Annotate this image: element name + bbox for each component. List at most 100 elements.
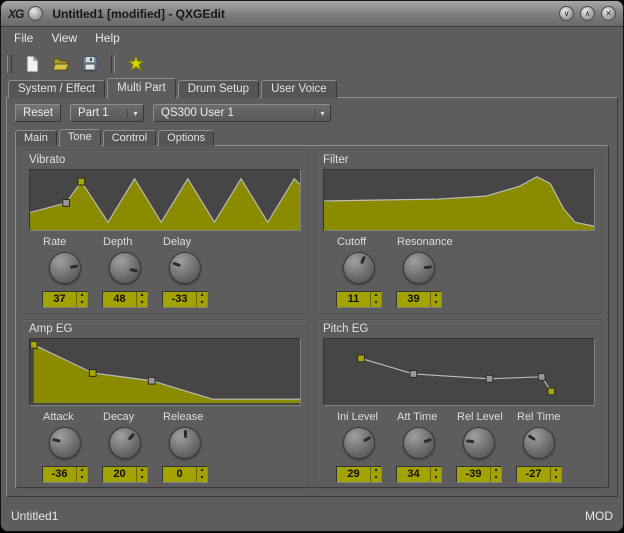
knob-rel-time[interactable] xyxy=(523,427,555,459)
voice-combobox[interactable]: QS300 User 1 ▾ xyxy=(153,104,331,122)
knob-resonance[interactable] xyxy=(403,252,435,284)
knob-label: Rate xyxy=(39,236,66,250)
amp-eg-knobs: Attack-36▴▾Decay20▴▾Release0▴▾ xyxy=(27,406,303,486)
knob-indicator xyxy=(339,423,380,464)
tab-system-effect[interactable]: System / Effect xyxy=(8,80,105,98)
tab-user-voice[interactable]: User Voice xyxy=(261,80,337,98)
tab-drum-setup[interactable]: Drum Setup xyxy=(178,80,259,98)
spin-value: -33 xyxy=(163,292,196,307)
spin-arrows: ▴▾ xyxy=(136,292,147,307)
spinbox-attack[interactable]: -36▴▾ xyxy=(42,466,88,483)
spin-down-icon[interactable]: ▾ xyxy=(77,475,87,483)
knob-att-time[interactable] xyxy=(403,427,435,459)
spin-up-icon[interactable]: ▴ xyxy=(491,467,501,475)
knob-group-release: Release0▴▾ xyxy=(159,411,211,483)
knob-attack[interactable] xyxy=(49,427,81,459)
spin-up-icon[interactable]: ▴ xyxy=(431,292,441,300)
spin-up-icon[interactable]: ▴ xyxy=(551,467,561,475)
randomize-button[interactable] xyxy=(125,53,147,75)
spinbox-ini-level[interactable]: 29▴▾ xyxy=(336,466,382,483)
spinbox-decay[interactable]: 20▴▾ xyxy=(102,466,148,483)
spin-down-icon[interactable]: ▾ xyxy=(371,300,381,308)
menu-file[interactable]: File xyxy=(5,29,42,47)
spin-up-icon[interactable]: ▴ xyxy=(137,292,147,300)
spin-up-icon[interactable]: ▴ xyxy=(371,292,381,300)
maximize-button[interactable]: ∧ xyxy=(580,6,595,21)
pitch-eg-graph[interactable] xyxy=(323,338,595,406)
reset-button[interactable]: Reset xyxy=(15,104,61,122)
spin-up-icon[interactable]: ▴ xyxy=(431,467,441,475)
spin-value: -36 xyxy=(43,467,76,482)
save-file-icon xyxy=(81,55,99,73)
spinbox-rate[interactable]: 37▴▾ xyxy=(42,291,88,308)
filter-graph[interactable] xyxy=(323,169,595,231)
knob-cutoff[interactable] xyxy=(343,252,375,284)
spin-down-icon[interactable]: ▾ xyxy=(137,300,147,308)
app-window: XG Untitled1 [modified] - QXGEdit ∨ ∧ ✕ … xyxy=(1,1,623,531)
knob-release[interactable] xyxy=(169,427,201,459)
spinbox-att-time[interactable]: 34▴▾ xyxy=(396,466,442,483)
spinbox-depth[interactable]: 48▴▾ xyxy=(102,291,148,308)
spin-up-icon[interactable]: ▴ xyxy=(137,467,147,475)
spin-down-icon[interactable]: ▾ xyxy=(371,475,381,483)
spin-value: -39 xyxy=(457,467,490,482)
spin-value: 48 xyxy=(103,292,136,307)
spin-arrows: ▴▾ xyxy=(196,467,207,482)
knob-rate[interactable] xyxy=(49,252,81,284)
spin-value: 34 xyxy=(397,467,430,482)
spin-down-icon[interactable]: ▾ xyxy=(197,475,207,483)
spinbox-release[interactable]: 0▴▾ xyxy=(162,466,208,483)
spin-up-icon[interactable]: ▴ xyxy=(197,467,207,475)
knob-group-rel-time: Rel Time-27▴▾ xyxy=(513,411,565,483)
subtab-main[interactable]: Main xyxy=(15,130,57,146)
knob-group-decay: Decay20▴▾ xyxy=(99,411,151,483)
knob-rel-level[interactable] xyxy=(463,427,495,459)
knob-group-rate: Rate 37▴▾ xyxy=(39,236,91,308)
tab-multi-part[interactable]: Multi Part xyxy=(107,78,176,98)
spin-up-icon[interactable]: ▴ xyxy=(77,292,87,300)
spin-down-icon[interactable]: ▾ xyxy=(551,475,561,483)
spinbox-resonance[interactable]: 39▴▾ xyxy=(396,291,442,308)
spinbox-delay[interactable]: -33▴▾ xyxy=(162,291,208,308)
subtab-control[interactable]: Control xyxy=(103,130,156,146)
spinbox-rel-level[interactable]: -39▴▾ xyxy=(456,466,502,483)
part-combobox[interactable]: Part 1 ▾ xyxy=(70,104,144,122)
spin-up-icon[interactable]: ▴ xyxy=(371,467,381,475)
knob-depth[interactable] xyxy=(109,252,141,284)
menu-view[interactable]: View xyxy=(42,29,86,47)
spin-down-icon[interactable]: ▾ xyxy=(431,475,441,483)
window-menu-icon[interactable] xyxy=(28,6,43,21)
knob-decay[interactable] xyxy=(109,427,141,459)
part-combobox-value: Part 1 xyxy=(71,107,127,119)
window-controls: ∨ ∧ ✕ xyxy=(559,6,616,21)
subtab-tone[interactable]: Tone xyxy=(59,129,101,146)
spinbox-cutoff[interactable]: 11▴▾ xyxy=(336,291,382,308)
panel-title: Amp EG xyxy=(29,323,303,335)
spin-down-icon[interactable]: ▾ xyxy=(77,300,87,308)
spin-down-icon[interactable]: ▾ xyxy=(431,300,441,308)
amp-eg-graph[interactable] xyxy=(29,338,301,406)
close-button[interactable]: ✕ xyxy=(601,6,616,21)
knob-delay[interactable] xyxy=(169,252,201,284)
minimize-button[interactable]: ∨ xyxy=(559,6,574,21)
knob-group-attack: Attack-36▴▾ xyxy=(39,411,91,483)
open-file-button[interactable] xyxy=(50,53,72,75)
amp-eg-panel: Amp EG Attack-36▴▾Decay20▴▾Release0▴▾ xyxy=(22,319,308,489)
spin-value: 37 xyxy=(43,292,76,307)
spinbox-rel-time[interactable]: -27▴▾ xyxy=(516,466,562,483)
spin-arrows: ▴▾ xyxy=(430,467,441,482)
spin-down-icon[interactable]: ▾ xyxy=(137,475,147,483)
spin-up-icon[interactable]: ▴ xyxy=(197,292,207,300)
subtab-options[interactable]: Options xyxy=(158,130,214,146)
menu-help[interactable]: Help xyxy=(86,29,129,47)
vibrato-graph[interactable] xyxy=(29,169,301,231)
menubar: FileViewHelp xyxy=(1,27,623,49)
tone-page: Vibrato Rate37▴▾Depth48▴▾Delay-33▴▾ Filt… xyxy=(15,145,609,488)
knob-ini-level[interactable] xyxy=(343,427,375,459)
spin-up-icon[interactable]: ▴ xyxy=(77,467,87,475)
spin-down-icon[interactable]: ▾ xyxy=(491,475,501,483)
toolbar-handle[interactable] xyxy=(7,55,12,73)
new-file-button[interactable] xyxy=(21,53,43,75)
save-file-button[interactable] xyxy=(79,53,101,75)
spin-down-icon[interactable]: ▾ xyxy=(197,300,207,308)
